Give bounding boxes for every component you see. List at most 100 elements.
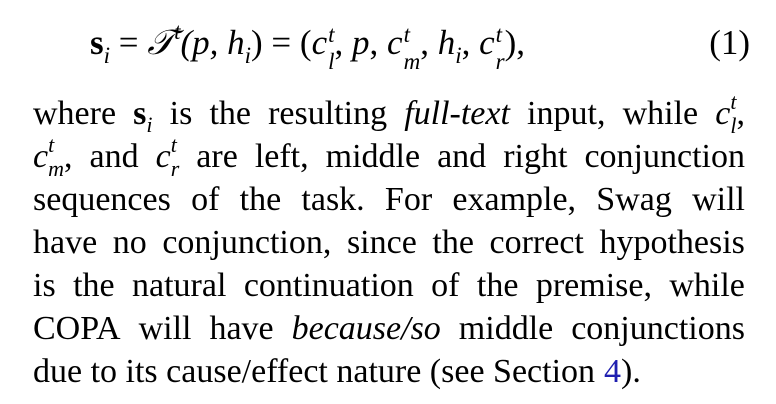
word: For: [384, 181, 433, 218]
word: hypothesis: [599, 224, 745, 261]
word: the: [209, 95, 251, 132]
math-c-l-sup: t: [730, 89, 737, 115]
math-s-subscript: i: [146, 112, 153, 137]
word: is: [33, 267, 56, 304]
word: will: [692, 181, 745, 218]
word-italic: because/so: [291, 310, 441, 347]
punctuation: ,: [736, 95, 745, 132]
paragraph-line-6: COPA will have because/so middle conjunc…: [33, 307, 745, 350]
word: the: [432, 224, 474, 261]
math-s-i: si: [133, 92, 153, 137]
word: no: [112, 224, 147, 261]
eq-c-m-symbol: c: [387, 23, 403, 62]
word: left,: [254, 138, 309, 175]
line-text: due to its cause/effect nature (see Sect…: [33, 353, 596, 390]
eq-operator-close: ): [251, 23, 263, 62]
word: where: [33, 95, 117, 132]
eq-operator-superscript: t: [174, 19, 181, 44]
word: correct: [489, 224, 584, 261]
eq-c-r-scripts: tr: [496, 23, 505, 73]
math-c-m: ctm,: [33, 134, 73, 180]
paragraph-line-4: have no conjunction, since the correct h…: [33, 221, 745, 264]
math-c-l-sub: l: [730, 113, 737, 139]
word: middle: [458, 310, 554, 347]
word: Swag: [596, 181, 672, 218]
eq-close-paren: ),: [504, 23, 525, 62]
word: COPA: [33, 310, 121, 347]
word: is: [169, 95, 193, 132]
word: and: [89, 138, 139, 175]
eq-comma-4: ,: [461, 23, 480, 62]
word: example,: [452, 181, 577, 218]
word: the: [73, 267, 115, 304]
eq-s-symbol: s: [90, 23, 104, 62]
eq-h: h: [437, 23, 456, 62]
word: middle: [325, 138, 421, 175]
word: are: [196, 138, 238, 175]
eq-operator-T: 𝒯: [147, 23, 175, 63]
math-c-m-sup: t: [48, 132, 55, 158]
math-c-m-sub: m: [48, 156, 64, 182]
word: continuation: [243, 267, 414, 304]
punctuation: ).: [621, 353, 641, 390]
math-c-m-scripts: tm: [48, 134, 64, 180]
word: while: [669, 267, 745, 304]
eq-comma-3: ,: [420, 23, 438, 62]
paragraph-line-3: sequences of the task. For example, Swag…: [33, 178, 745, 221]
eq-comma-1: ,: [334, 23, 353, 62]
word: while: [622, 95, 699, 132]
word-italic: full-text: [404, 95, 510, 132]
eq-equals-1: =: [110, 23, 148, 62]
math-c-r-sub: r: [170, 156, 180, 182]
punctuation: ,: [63, 138, 73, 175]
section-link[interactable]: 4: [604, 353, 621, 390]
paragraph-line-2: ctm, and ctr are left, middle and right …: [33, 132, 745, 182]
word: conjunction,: [162, 224, 332, 261]
eq-c-r-sup: t: [495, 21, 503, 47]
eq-c-l-sub: l: [328, 48, 335, 74]
eq-c-m-sub: m: [403, 48, 421, 74]
word: task.: [301, 181, 365, 218]
math-c-l: ctl,: [715, 91, 745, 137]
word: natural: [132, 267, 227, 304]
paragraph-line-5: is the natural continuation of the premi…: [33, 264, 745, 307]
eq-equals-2: =: [262, 23, 300, 62]
eq-open-paren: (: [299, 23, 312, 62]
eq-c-r-sub: r: [495, 48, 505, 74]
eq-h-subscript-1: i: [244, 43, 252, 68]
eq-operator-args: (p, h: [180, 23, 245, 62]
eq-c-l-symbol: c: [311, 23, 328, 62]
eq-c-m-scripts: tm: [404, 23, 421, 73]
eq-c-l-scripts: tl: [328, 23, 334, 73]
math-s-symbol: s: [133, 95, 147, 132]
eq-s-subscript: i: [103, 43, 111, 68]
word: of: [191, 181, 220, 218]
math-c-l-scripts: tl: [730, 91, 736, 137]
word: conjunction: [584, 138, 745, 175]
word: premise,: [535, 267, 652, 304]
math-c-symbol: c: [33, 138, 49, 175]
word: since: [346, 224, 417, 261]
math-c-r: ctr: [155, 132, 180, 182]
word: conjunctions: [571, 310, 745, 347]
word: the: [476, 267, 519, 304]
word: the: [239, 181, 282, 218]
eq-comma-2: ,: [369, 23, 388, 62]
equation-body: si = 𝒯t(p, hi) = (c t l, p, ctm, hi, c t r),: [90, 10, 525, 80]
math-c-symbol: c: [155, 138, 171, 175]
word: input,: [527, 95, 606, 132]
section-reference: 4).: [604, 350, 641, 393]
word: and: [437, 138, 487, 175]
eq-h-subscript-2: i: [455, 43, 462, 68]
paragraph-line-1: where si is the resulting full-text inpu…: [33, 91, 745, 137]
equation-1: si = 𝒯t(p, hi) = (c t l, p, ctm, hi, c t r),…: [90, 10, 750, 76]
math-c-r-sup: t: [170, 132, 177, 158]
body-paragraph: where si is the resulting full-text inpu…: [33, 91, 745, 393]
word: of: [431, 267, 460, 304]
eq-c-m-sup: t: [403, 21, 410, 47]
eq-c-r-symbol: c: [479, 23, 495, 62]
word: have: [33, 224, 98, 261]
word: will: [138, 310, 192, 347]
word: resulting: [268, 95, 388, 132]
math-c-symbol: c: [715, 95, 731, 132]
